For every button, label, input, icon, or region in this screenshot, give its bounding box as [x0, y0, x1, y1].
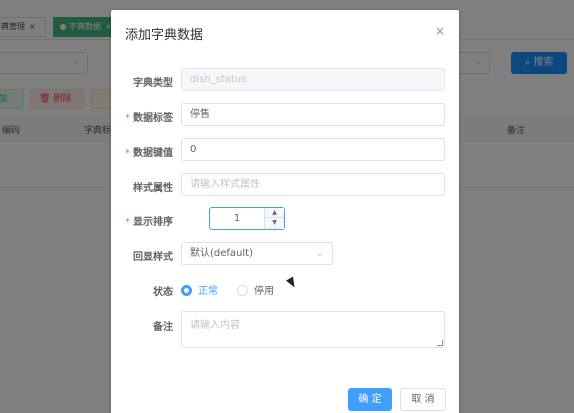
sort-label: * 显示排序 — [125, 217, 173, 228]
list-class-select[interactable]: 默认(default) ⌄ — [181, 242, 333, 265]
dict-type-input: dish_status — [181, 68, 445, 91]
dict-type-label: 字典类型 — [133, 78, 173, 89]
css-class-label: 样式属性 — [133, 183, 173, 194]
sort-number-input[interactable]: 1 ▲ ▼ — [209, 207, 285, 230]
decrement-button[interactable]: ▼ — [265, 218, 284, 228]
dialog-title: 添加字典数据 — [125, 28, 204, 43]
remark-placeholder: 请输入内容 — [190, 320, 240, 331]
radio-label: 正常 — [198, 286, 218, 297]
radio-dot-icon — [181, 284, 192, 296]
data-label-input[interactable]: 停售 — [181, 103, 445, 126]
status-radio-disabled[interactable]: 停用 — [237, 282, 274, 297]
add-dict-data-dialog: 添加字典数据 × 字典类型 dish_status * 数据标签 停售 * 数据键值… — [111, 10, 459, 413]
sort-value[interactable]: 1 — [210, 208, 264, 229]
resize-handle-icon[interactable] — [437, 340, 443, 346]
radio-dot-icon — [237, 284, 248, 296]
data-value-input[interactable]: 0 — [181, 138, 445, 161]
remark-textarea[interactable]: 请输入内容 — [181, 311, 445, 348]
close-icon[interactable]: × — [435, 24, 445, 38]
radio-label: 停用 — [254, 286, 274, 297]
status-radio-normal[interactable]: 正常 — [181, 282, 218, 297]
stepper: ▲ ▼ — [264, 208, 284, 229]
data-value-label: * 数据键值 — [125, 148, 173, 159]
css-class-input[interactable]: 请输入样式属性 — [181, 173, 445, 196]
confirm-button[interactable]: 确 定 — [348, 388, 392, 411]
chevron-down-icon: ⌄ — [315, 248, 324, 259]
cancel-button[interactable]: 取 消 — [400, 388, 446, 411]
remark-label: 备注 — [153, 322, 173, 333]
data-label-label: * 数据标签 — [125, 113, 173, 124]
increment-button[interactable]: ▲ — [265, 208, 284, 218]
list-class-value: 默认(default) — [190, 248, 253, 259]
status-label: 状态 — [153, 287, 173, 298]
list-class-label: 回显样式 — [133, 252, 173, 263]
